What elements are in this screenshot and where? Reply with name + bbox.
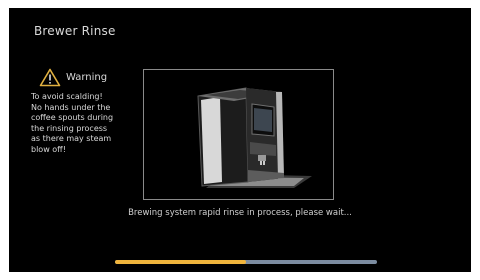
warning-label: Warning: [66, 72, 108, 83]
progress-bar: [115, 260, 377, 264]
illustration-frame: [143, 69, 334, 200]
warning-header: Warning: [39, 68, 107, 87]
page-title: Brewer Rinse: [34, 24, 116, 38]
warning-triangle-icon: [39, 68, 61, 87]
coffee-machine-icon: [197, 87, 312, 188]
rinse-screen: Brewer Rinse Warning To avoid scalding! …: [9, 8, 471, 272]
status-text: Brewing system rapid rinse in process, p…: [128, 208, 352, 218]
warning-message: To avoid scalding! No hands under the co…: [31, 92, 114, 154]
progress-fill: [115, 260, 246, 264]
